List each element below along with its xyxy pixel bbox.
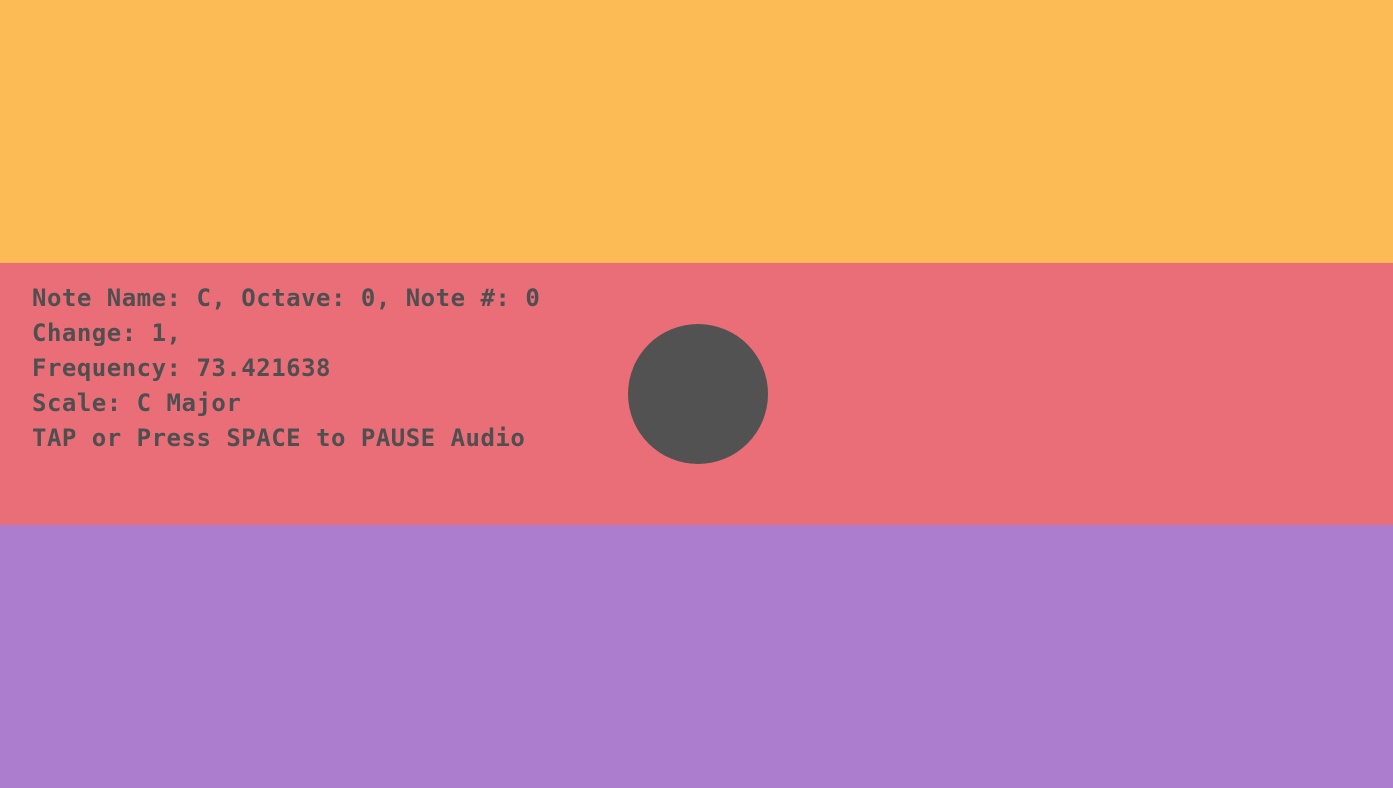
frequency-text: Frequency: 73.421638 [32,354,331,382]
note-info-panel: Note Name: C, Octave: 0, Note #: 0 Chang… [32,281,540,456]
top-color-band [0,0,1393,263]
bouncing-ball[interactable] [628,324,768,464]
pause-instruction-text: TAP or Press SPACE to PAUSE Audio [32,424,526,452]
note-name-text: Note Name: C, Octave: 0, Note #: 0 [32,284,541,312]
change-text: Change: 1, [32,319,182,347]
scale-text: Scale: C Major [32,389,242,417]
bottom-color-band [0,525,1393,788]
